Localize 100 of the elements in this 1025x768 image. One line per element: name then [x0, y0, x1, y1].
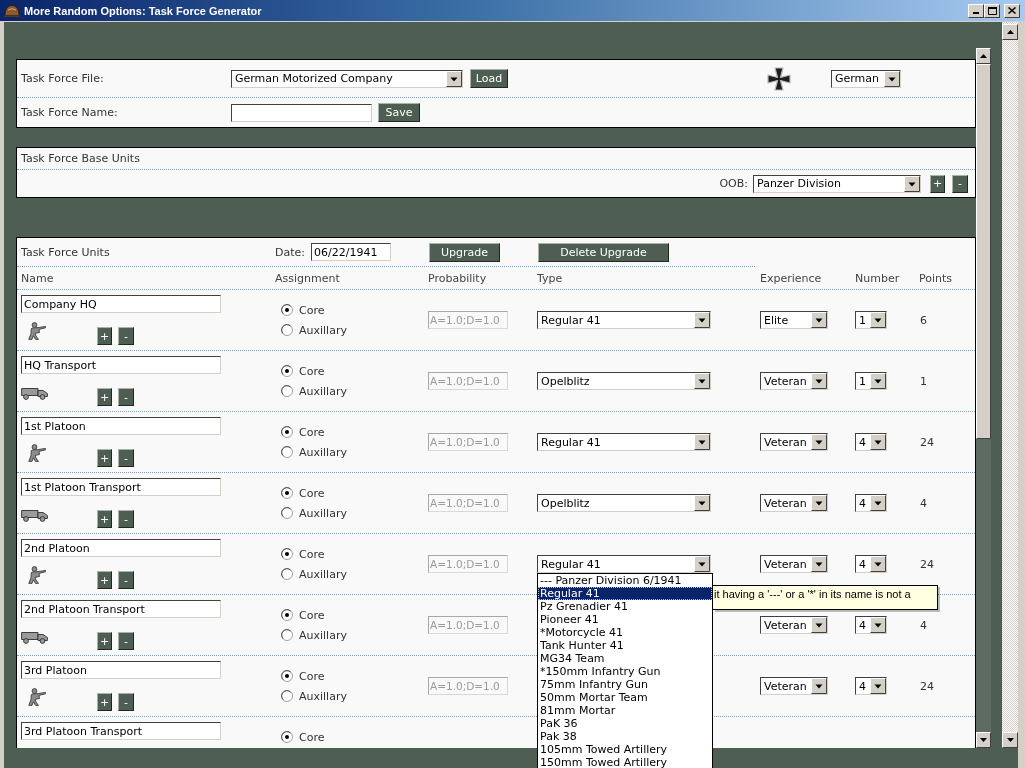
radio-button[interactable]: [281, 548, 293, 560]
dropdown-option[interactable]: Regular 41: [538, 587, 712, 600]
experience-dropdown[interactable]: Veteran: [760, 677, 828, 695]
scrollbar[interactable]: [976, 48, 991, 748]
experience-dropdown[interactable]: Veteran: [760, 494, 828, 512]
dropdown-option[interactable]: 105mm Towed Artillery: [538, 743, 712, 756]
add-button[interactable]: +: [930, 174, 945, 193]
unit-name-input[interactable]: 2nd Platoon: [21, 539, 221, 557]
radio-button[interactable]: [281, 568, 293, 580]
dropdown-option[interactable]: Tank Hunter 41: [538, 639, 712, 652]
radio-button[interactable]: [281, 385, 293, 397]
number-dropdown[interactable]: 4: [855, 433, 887, 451]
type-dropdown[interactable]: Opelblitz: [537, 372, 711, 390]
number-dropdown[interactable]: 4: [855, 494, 887, 512]
dropdown-option[interactable]: 75mm Infantry Gun: [538, 678, 712, 691]
experience-dropdown[interactable]: Veteran: [760, 616, 828, 634]
unit-name-input[interactable]: 2nd Platoon Transport: [21, 600, 221, 618]
radio-button[interactable]: [281, 690, 293, 702]
dropdown-option[interactable]: *Motorcycle 41: [538, 626, 712, 639]
type-dropdown[interactable]: Regular 41: [537, 555, 711, 573]
number-dropdown[interactable]: 4: [855, 677, 887, 695]
scrollbar[interactable]: [1002, 22, 1018, 748]
dropdown-option[interactable]: 150mm Towed Artillery: [538, 756, 712, 768]
oob-dropdown[interactable]: Panzer Division: [753, 174, 921, 193]
radio-button[interactable]: [281, 609, 293, 621]
type-dropdown[interactable]: Regular 41: [537, 433, 711, 451]
unit-name-input[interactable]: 1st Platoon Transport: [21, 478, 221, 496]
name-input[interactable]: [231, 103, 372, 122]
add-button[interactable]: +: [97, 693, 112, 711]
nation-dropdown[interactable]: German: [831, 69, 901, 88]
dropdown-option[interactable]: Pz Grenadier 41: [538, 600, 712, 613]
dropdown-option[interactable]: 50mm Mortar Team: [538, 691, 712, 704]
add-button[interactable]: +: [97, 632, 112, 650]
add-button[interactable]: +: [97, 571, 112, 589]
unit-name-input[interactable]: HQ Transport: [21, 356, 221, 374]
minimize-icon: [973, 12, 979, 14]
scroll-down-button[interactable]: [976, 732, 991, 748]
dropdown-arrow-icon: [811, 617, 827, 633]
radio-label: Auxillary: [299, 567, 347, 581]
radio-button[interactable]: [281, 507, 293, 519]
dropdown-arrow-icon: [811, 312, 827, 328]
unit-name-input[interactable]: 1st Platoon: [21, 417, 221, 435]
scrollbar-thumb[interactable]: [976, 64, 991, 439]
number-dropdown[interactable]: 4: [855, 555, 887, 573]
remove-button[interactable]: -: [118, 571, 134, 589]
remove-button[interactable]: -: [118, 510, 134, 528]
dropdown-option[interactable]: PaK 36: [538, 717, 712, 730]
dropdown-option[interactable]: MG34 Team: [538, 652, 712, 665]
number-dropdown[interactable]: 1: [855, 311, 887, 329]
maximize-button[interactable]: [984, 3, 1000, 18]
radio-label: Auxillary: [299, 445, 347, 459]
radio-button[interactable]: [281, 426, 293, 438]
radio-label: Auxillary: [299, 323, 347, 337]
radio-button[interactable]: [281, 629, 293, 641]
experience-dropdown[interactable]: Veteran: [760, 555, 828, 573]
scroll-up-button[interactable]: [1002, 24, 1018, 40]
unit-name-input[interactable]: 3rd Platoon Transport: [21, 722, 221, 740]
points-value: 4: [919, 496, 927, 510]
radio-button[interactable]: [281, 304, 293, 316]
type-dropdown[interactable]: Regular 41: [537, 311, 711, 329]
scroll-down-button[interactable]: [1002, 732, 1018, 748]
add-button[interactable]: +: [97, 510, 112, 528]
radio-button[interactable]: [281, 324, 293, 336]
close-button[interactable]: [1004, 3, 1020, 18]
radio-label: Core: [299, 486, 325, 500]
radio-button[interactable]: [281, 487, 293, 499]
number-dropdown[interactable]: 1: [855, 372, 887, 390]
file-dropdown[interactable]: German Motorized Company: [231, 69, 463, 88]
radio-button[interactable]: [281, 446, 293, 458]
experience-dropdown[interactable]: Veteran: [760, 433, 828, 451]
dropdown-option[interactable]: 81mm Mortar: [538, 704, 712, 717]
radio-button[interactable]: [281, 365, 293, 377]
save-button[interactable]: Save: [378, 103, 420, 122]
type-dropdown[interactable]: Opelblitz: [537, 494, 711, 512]
upgrade-button[interactable]: Upgrade: [429, 242, 500, 262]
number-dropdown[interactable]: 4: [855, 616, 887, 634]
add-button[interactable]: +: [97, 388, 112, 406]
remove-button[interactable]: -: [118, 693, 134, 711]
dropdown-option[interactable]: Pioneer 41: [538, 613, 712, 626]
radio-button[interactable]: [281, 731, 293, 743]
remove-button[interactable]: -: [118, 388, 134, 406]
experience-dropdown[interactable]: Elite: [760, 311, 828, 329]
dropdown-option[interactable]: Pak 38: [538, 730, 712, 743]
remove-button[interactable]: -: [118, 327, 134, 345]
scroll-up-button[interactable]: [976, 48, 991, 64]
delete-upgrade-button[interactable]: Delete Upgrade: [538, 242, 669, 262]
experience-dropdown[interactable]: Veteran: [760, 372, 828, 390]
radio-button[interactable]: [281, 670, 293, 682]
unit-name-input[interactable]: Company HQ: [21, 295, 221, 313]
minimize-button[interactable]: [968, 3, 984, 18]
remove-button[interactable]: -: [118, 449, 134, 467]
remove-button[interactable]: -: [952, 174, 968, 193]
add-button[interactable]: +: [97, 449, 112, 467]
add-button[interactable]: +: [97, 327, 112, 345]
unit-name-input[interactable]: 3rd Platoon: [21, 661, 221, 679]
dropdown-option[interactable]: --- Panzer Division 6/1941: [538, 574, 712, 587]
date-input[interactable]: 06/22/1941: [311, 243, 391, 261]
load-button[interactable]: Load: [470, 69, 508, 88]
dropdown-option[interactable]: *150mm Infantry Gun: [538, 665, 712, 678]
remove-button[interactable]: -: [118, 632, 134, 650]
